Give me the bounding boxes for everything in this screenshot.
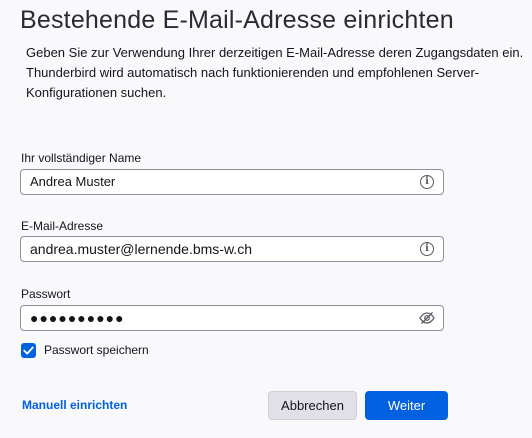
cancel-button[interactable]: Abbrechen — [268, 391, 357, 420]
info-icon[interactable]: i — [420, 175, 434, 189]
email-field[interactable]: andrea.muster@lernende.bms-w.ch i — [20, 236, 444, 262]
name-value: Andrea Muster — [30, 174, 116, 189]
intro-line: Geben Sie zur Verwendung Ihrer derzeitig… — [26, 45, 524, 60]
password-label: Passwort — [21, 287, 71, 301]
password-field[interactable]: ●●●●●●●●●● — [20, 305, 444, 331]
email-value: andrea.muster@lernende.bms-w.ch — [30, 241, 252, 257]
name-label: Ihr vollständiger Name — [21, 151, 142, 165]
password-value: ●●●●●●●●●● — [30, 310, 125, 326]
name-field[interactable]: Andrea Muster i — [20, 169, 444, 195]
manual-setup-link[interactable]: Manuell einrichten — [22, 398, 127, 412]
remember-password-checkbox[interactable] — [21, 343, 36, 358]
intro-line: Thunderbird wird automatisch nach funkti… — [26, 65, 480, 80]
intro-line: Konfigurationen suchen. — [26, 85, 167, 100]
eye-slash-icon[interactable] — [419, 311, 435, 325]
remember-password-label[interactable]: Passwort speichern — [44, 343, 149, 358]
next-button[interactable]: Weiter — [365, 391, 448, 420]
email-label: E-Mail-Adresse — [21, 219, 104, 233]
intro-text: Geben Sie zur Verwendung Ihrer derzeitig… — [26, 43, 526, 103]
checkmark-icon — [23, 346, 34, 355]
info-icon[interactable]: i — [420, 242, 434, 256]
page-title: Bestehende E-Mail-Adresse einrichten — [20, 6, 454, 34]
